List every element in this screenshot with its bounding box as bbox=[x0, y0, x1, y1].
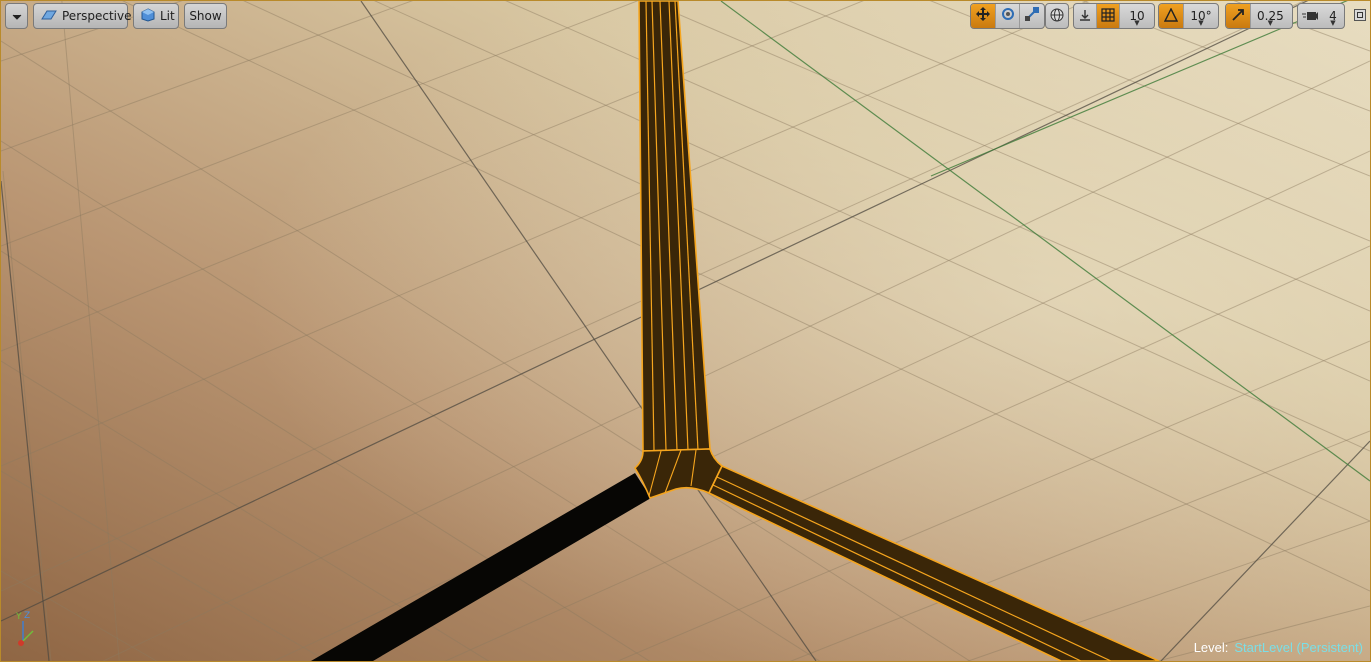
world-space-button[interactable] bbox=[1046, 4, 1068, 28]
camera-speed-value[interactable]: 4 ▼ bbox=[1322, 4, 1344, 28]
rotation-snap-group: 10° ▼ bbox=[1158, 3, 1219, 29]
grid-snap-button[interactable] bbox=[1097, 4, 1120, 28]
coordinate-system-group bbox=[1045, 3, 1069, 29]
viewport-options-button[interactable] bbox=[5, 3, 28, 29]
show-button[interactable]: Show bbox=[184, 3, 227, 29]
surface-snap-icon bbox=[1078, 7, 1092, 26]
chevron-down-icon: ▼ bbox=[1134, 19, 1140, 27]
grid-snap-value[interactable]: 10 ▼ bbox=[1120, 4, 1154, 28]
rotation-snap-value[interactable]: 10° ▼ bbox=[1184, 4, 1218, 28]
level-label: Level: bbox=[1193, 640, 1229, 655]
translate-icon bbox=[975, 6, 991, 26]
world-icon bbox=[1050, 7, 1064, 26]
axis-gizmo: Z Y bbox=[15, 611, 34, 646]
axis-z-label: Z bbox=[24, 611, 30, 621]
rotate-tool-button[interactable] bbox=[996, 4, 1021, 28]
scale-snap-button[interactable] bbox=[1226, 4, 1251, 28]
camera-speed-button[interactable] bbox=[1298, 4, 1322, 28]
translate-tool-button[interactable] bbox=[971, 4, 996, 28]
lit-icon bbox=[141, 7, 155, 25]
surface-snap-button[interactable] bbox=[1074, 4, 1097, 28]
maximize-icon[interactable] bbox=[1354, 9, 1366, 21]
camera-speed-group: 4 ▼ bbox=[1297, 3, 1345, 29]
rotation-snap-button[interactable] bbox=[1159, 4, 1184, 28]
scale-snap-group: 0.25 ▼ bbox=[1225, 3, 1293, 29]
rotate-icon bbox=[1000, 6, 1016, 26]
lighting-label: Lit bbox=[160, 9, 175, 23]
lit-button[interactable]: Lit bbox=[133, 3, 179, 29]
scale-icon bbox=[1024, 6, 1040, 26]
scale-snap-icon bbox=[1231, 7, 1245, 26]
view-mode-label: Perspective bbox=[62, 9, 132, 23]
viewport-scene[interactable] bbox=[1, 1, 1370, 661]
scale-tool-button[interactable] bbox=[1020, 4, 1044, 28]
level-value: StartLevel (Persistent) bbox=[1234, 640, 1363, 655]
perspective-button[interactable]: Perspective bbox=[33, 3, 132, 29]
chevron-down-icon: ▼ bbox=[1330, 19, 1336, 27]
axis-y-label: Y bbox=[15, 612, 22, 622]
chevron-down-icon: ▼ bbox=[1267, 19, 1274, 27]
grid-snap-group: 10 ▼ bbox=[1073, 3, 1155, 29]
transform-mode-group bbox=[970, 3, 1045, 29]
scale-snap-value[interactable]: 0.25 ▼ bbox=[1251, 4, 1290, 28]
rotation-snap-icon bbox=[1163, 6, 1179, 26]
show-label: Show bbox=[189, 9, 222, 23]
camera-speed-icon bbox=[1302, 7, 1318, 26]
level-status: Level: StartLevel (Persistent) bbox=[1194, 640, 1363, 655]
chevron-down-icon: ▼ bbox=[1198, 19, 1204, 27]
dropdown-icon bbox=[12, 9, 22, 23]
editor-viewport[interactable]: Perspective Lit Show 10 ▼ 10° ▼ 0.25 ▼ 4… bbox=[0, 0, 1371, 662]
perspective-icon bbox=[41, 9, 57, 24]
grid-icon bbox=[1101, 7, 1115, 26]
